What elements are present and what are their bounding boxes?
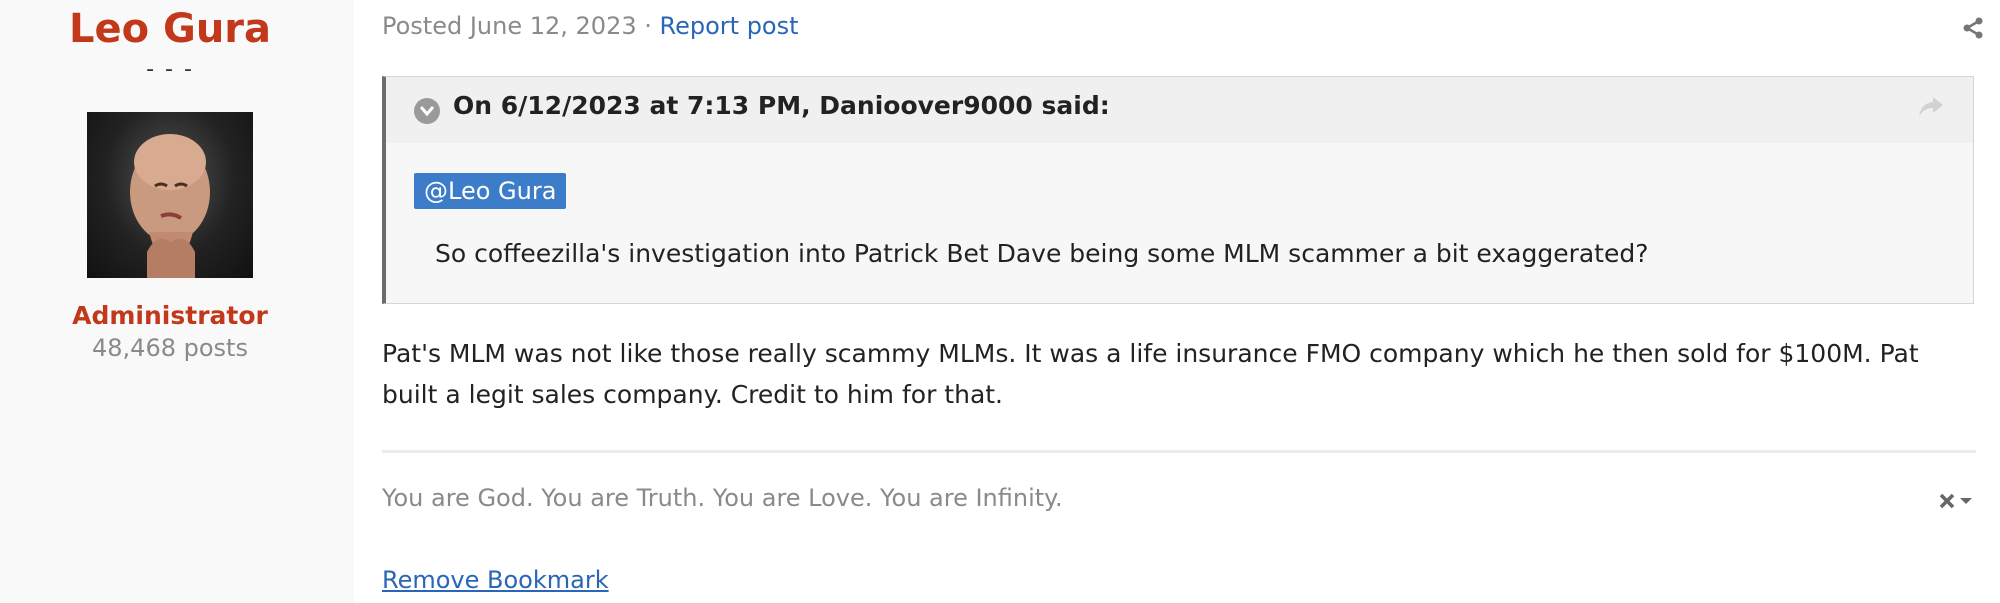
avatar[interactable] [87,112,253,278]
quote-text: So coffeezilla's investigation into Patr… [435,239,1649,268]
quote-block: On 6/12/2023 at 7:13 PM, Danioover9000 s… [382,76,1974,304]
share-arrow-icon[interactable] [1917,95,1945,119]
author-post-count: 48,468 posts [92,334,248,362]
report-post-link[interactable]: Report post [660,12,799,40]
author-group: Administrator [72,301,268,330]
signature: You are God. You are Truth. You are Love… [382,484,1063,512]
author-title: - - - [146,57,194,82]
mention-tag[interactable]: @Leo Gura [414,173,567,209]
avatar-image [130,134,210,278]
share-icon[interactable] [1961,16,1985,40]
chevron-down-circle-icon[interactable] [414,98,440,124]
author-name[interactable]: Leo Gura [0,6,340,52]
quote-citation: On 6/12/2023 at 7:13 PM, Danioover9000 s… [453,91,1110,120]
post-body: Pat's MLM was not like those really scam… [382,339,1919,409]
signature-divider [382,450,1976,453]
quote-header[interactable]: On 6/12/2023 at 7:13 PM, Danioover9000 s… [386,77,1973,143]
posted-date: Posted June 12, 2023 · [382,12,660,40]
signature-controls[interactable] [1938,490,1980,514]
author-panel: Leo Gura - - - Administrator 48,468 post… [0,0,354,603]
caret-down-icon [1960,498,1972,504]
remove-bookmark-link[interactable]: Remove Bookmark [382,566,609,594]
close-icon [1939,493,1955,509]
post-meta: Posted June 12, 2023 · Report post [382,12,799,40]
